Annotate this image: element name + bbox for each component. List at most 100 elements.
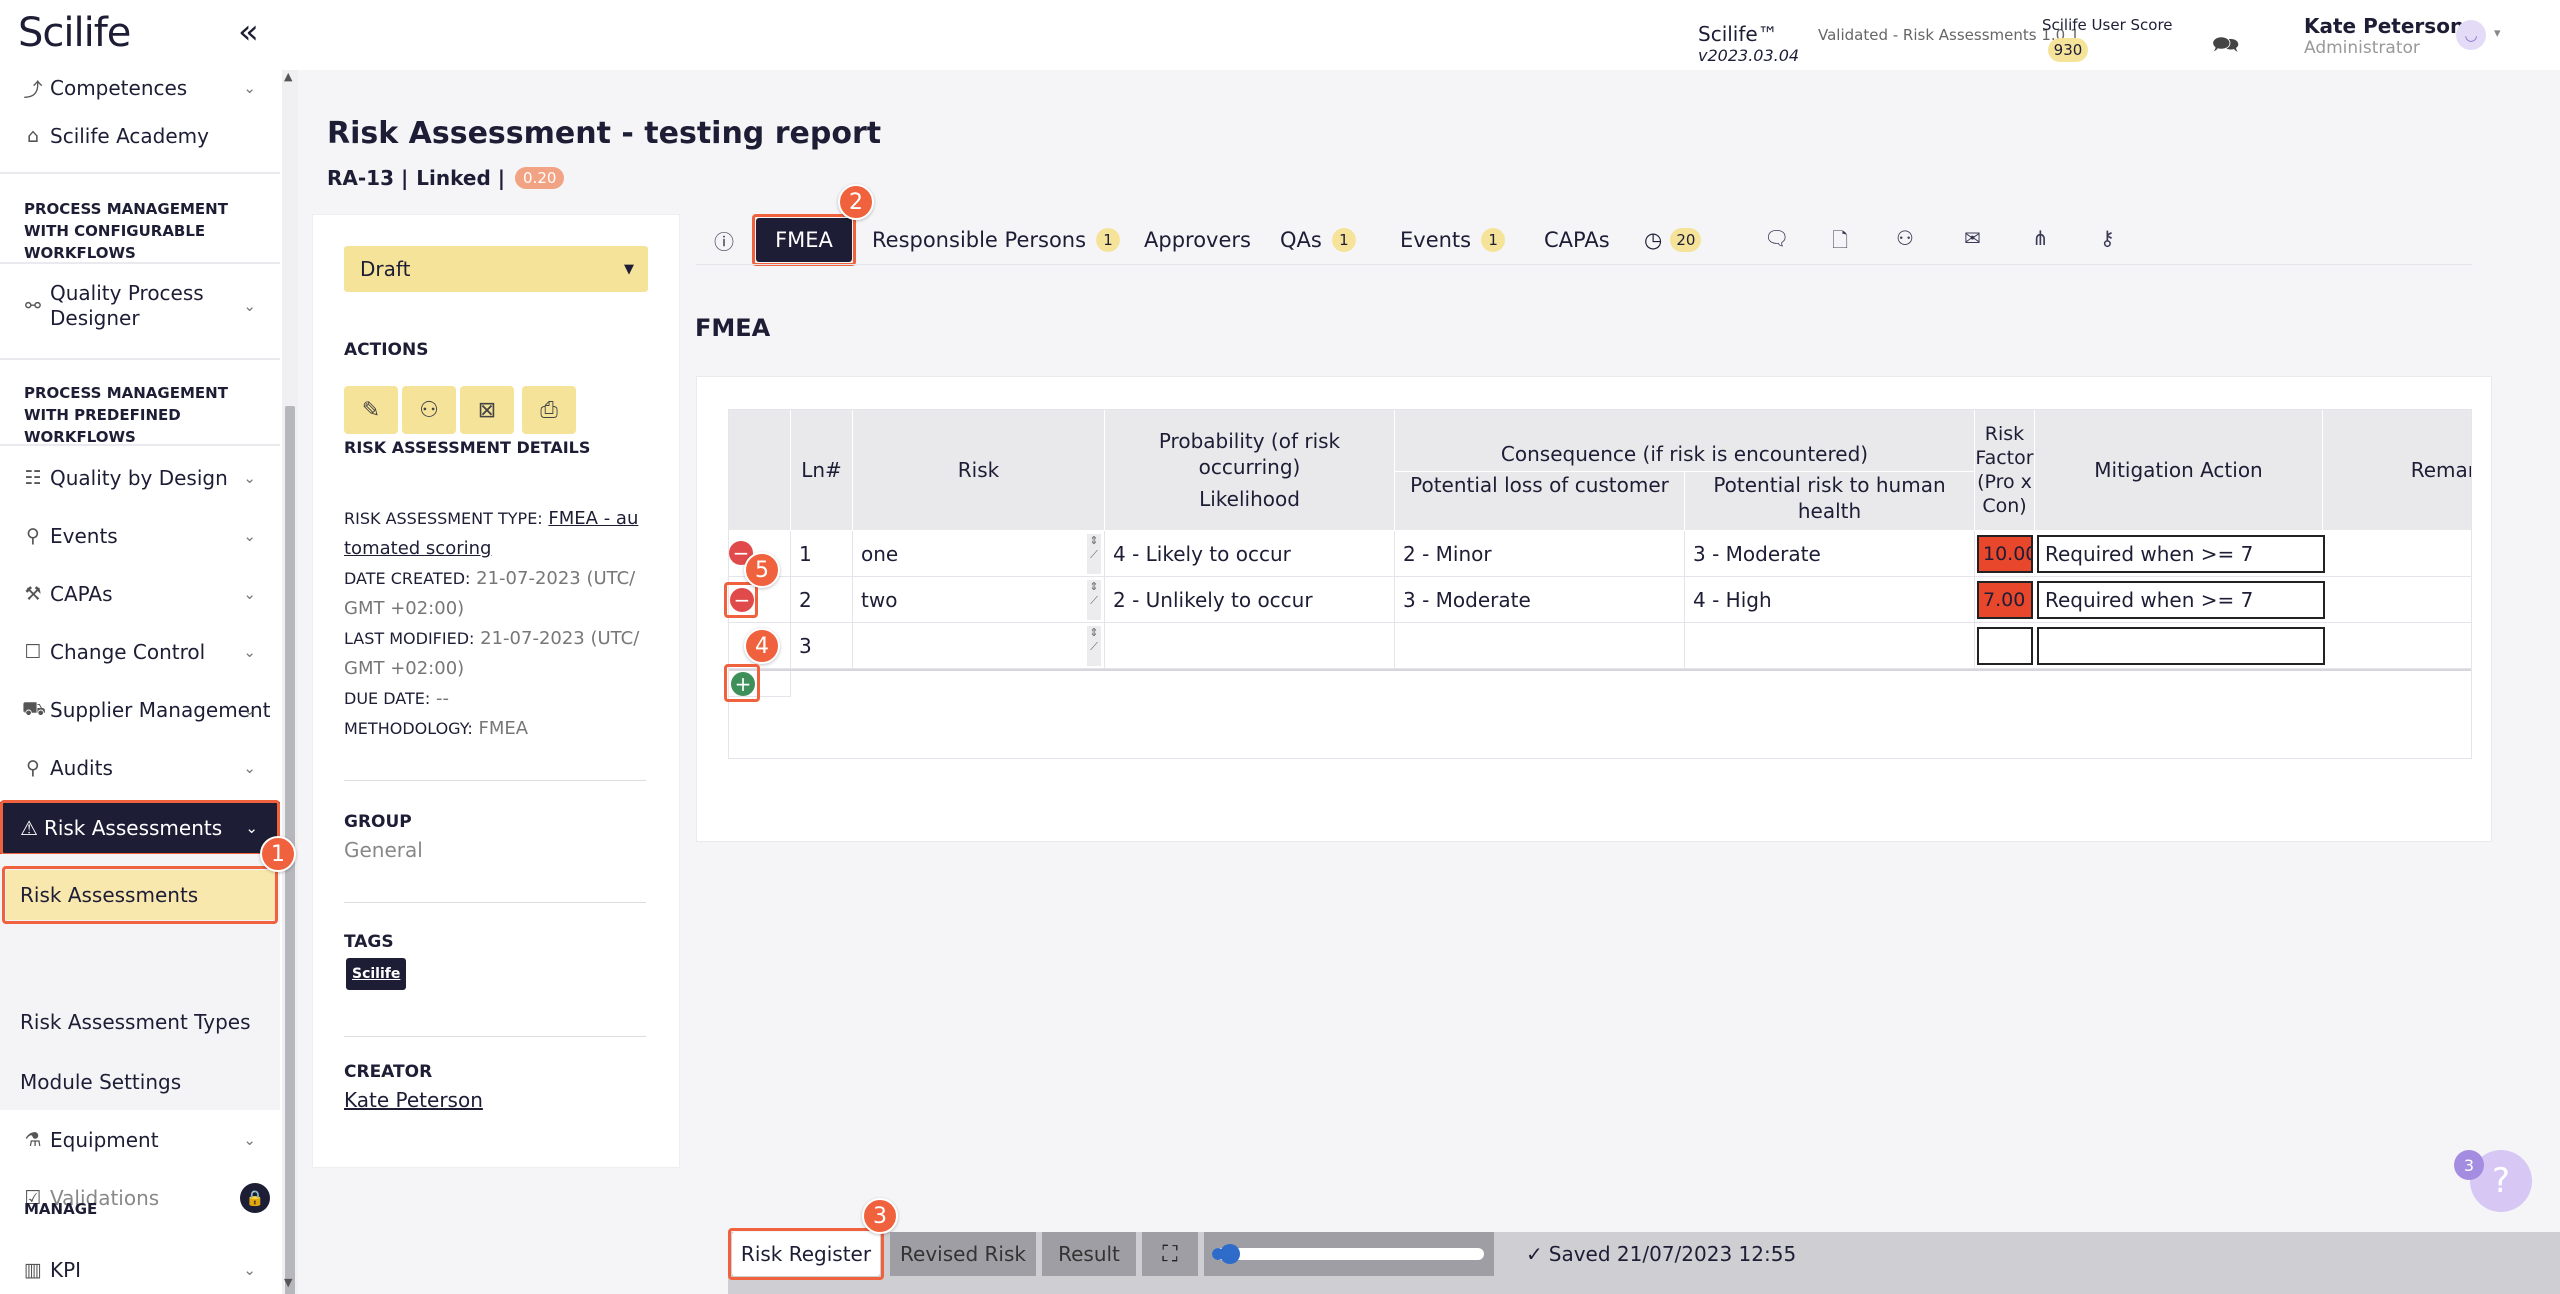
row-health[interactable]: 4 - High bbox=[1685, 577, 1975, 623]
tab-events[interactable]: Events 1 bbox=[1400, 218, 1506, 262]
mail-icon[interactable]: ✉ bbox=[1964, 226, 1981, 250]
assign-action-button[interactable]: ⚇ bbox=[402, 386, 456, 434]
sidebar-item-competences[interactable]: ⤴ Competences ⌄ bbox=[0, 70, 280, 106]
sidebar-item-kpi[interactable]: ▥ KPI ⌄ bbox=[0, 1250, 280, 1290]
mitigation-input[interactable] bbox=[2037, 627, 2325, 665]
chat-feedback-icon[interactable]: 🗪 bbox=[2212, 28, 2239, 66]
sidebar-item-events[interactable]: ⚲ Events ⌄ bbox=[0, 516, 280, 556]
sidebar: ⤴ Competences ⌄ ⌂ Scilife Academy PROCESS M… bbox=[0, 70, 298, 1294]
edit-action-button[interactable]: ✎ bbox=[344, 386, 398, 434]
fullscreen-button[interactable]: ⛶ bbox=[1142, 1232, 1198, 1276]
row-risk[interactable]: two bbox=[853, 577, 1105, 623]
sidebar-item-audits[interactable]: ⚲ Audits ⌄ bbox=[0, 748, 280, 788]
users-icon[interactable]: ⚇ bbox=[1896, 226, 1914, 250]
sidebar-item-change-control[interactable]: ☐ Change Control ⌄ bbox=[0, 632, 280, 672]
sidebar-item-label: CAPAs bbox=[50, 582, 113, 606]
row-likelihood[interactable]: 4 - Likely to occur bbox=[1105, 531, 1395, 577]
sidebar-item-process-designer[interactable]: ⚯ Quality Process Designer ⌄ bbox=[0, 276, 280, 336]
header-likelihood: Likelihood bbox=[1199, 487, 1300, 511]
creator-link[interactable]: Kate Peterson bbox=[344, 1088, 483, 1112]
tag-chip[interactable]: Scilife bbox=[346, 958, 407, 990]
sidebar-item-academy[interactable]: ⌂ Scilife Academy bbox=[0, 116, 280, 156]
submenu-module-settings[interactable]: Module Settings bbox=[20, 1070, 181, 1094]
module-version: Validated - Risk Assessments 1.0.1 bbox=[1818, 26, 2080, 44]
hierarchy-icon[interactable]: ⋔ bbox=[2032, 226, 2049, 250]
app-version: v2023.03.04 bbox=[1698, 46, 1800, 65]
textarea-resize-icon[interactable]: ⇕ ⟋ bbox=[1087, 580, 1101, 620]
actions-label: ACTIONS bbox=[344, 340, 429, 360]
row-loss[interactable]: 2 - Minor bbox=[1395, 531, 1685, 577]
chevron-down-icon: ⌄ bbox=[243, 759, 256, 777]
tab-qas[interactable]: QAs 1 bbox=[1280, 218, 1356, 262]
avatar[interactable]: ◡ bbox=[2456, 20, 2486, 50]
fullscreen-icon: ⛶ bbox=[1162, 1241, 1178, 1267]
sidebar-item-supplier[interactable]: ⛟ Supplier Management ⌄ bbox=[0, 690, 280, 730]
user-menu-chevron-icon[interactable]: ▾ bbox=[2494, 26, 2501, 41]
detail-created-value: 21-07-2023 (UTC/ bbox=[476, 568, 636, 589]
detail-type-link-2[interactable]: tomated scoring bbox=[344, 534, 491, 564]
row-ln: 3 bbox=[791, 623, 853, 669]
sidebar-divider bbox=[0, 172, 280, 174]
scilife-logo[interactable]: Scilife bbox=[18, 10, 131, 56]
saved-text: Saved 21/07/2023 12:55 bbox=[1548, 1242, 1797, 1266]
risk-factor-value bbox=[1977, 627, 2033, 665]
highlight-submenu bbox=[2, 866, 278, 924]
comments-icon[interactable]: 🗨 bbox=[1764, 226, 1789, 250]
tab-count-badge: 1 bbox=[1481, 228, 1506, 252]
sidebar-item-label: KPI bbox=[50, 1258, 82, 1282]
sidebar-item-equipment[interactable]: ⚗ Equipment ⌄ bbox=[0, 1120, 280, 1160]
tab-capas[interactable]: CAPAs bbox=[1544, 218, 1610, 262]
chevron-down-icon: ⌄ bbox=[243, 79, 256, 97]
sidebar-item-capas[interactable]: ⚒ CAPAs ⌄ bbox=[0, 574, 280, 614]
row-likelihood[interactable] bbox=[1105, 623, 1395, 669]
tags-label: TAGS bbox=[344, 932, 394, 952]
row-health[interactable]: 3 - Moderate bbox=[1685, 531, 1975, 577]
chevron-down-icon: ⌄ bbox=[243, 297, 256, 315]
document-icon[interactable]: 🗋 bbox=[1832, 226, 1848, 260]
export-excel-button[interactable]: ⊠ bbox=[460, 386, 514, 434]
help-count-badge: 3 bbox=[2454, 1150, 2484, 1180]
row-loss[interactable]: 3 - Moderate bbox=[1395, 577, 1685, 623]
revised-risk-button[interactable]: Revised Risk bbox=[890, 1232, 1036, 1276]
app-root: Scilife « Scilife™ Validated - Risk Asse… bbox=[0, 0, 2560, 1294]
tab-approvers[interactable]: Approvers bbox=[1144, 218, 1251, 262]
export-pdf-button[interactable]: ⎙ bbox=[522, 386, 576, 434]
tab-history[interactable]: ◷ 20 bbox=[1644, 218, 1702, 262]
person-icon: ⚇ bbox=[419, 397, 439, 423]
highlight-remove-row bbox=[724, 582, 758, 618]
chevron-down-icon: ⌄ bbox=[243, 1261, 256, 1279]
callout-1: 1 bbox=[260, 836, 296, 872]
scroll-down-icon[interactable]: ▼ bbox=[284, 1276, 292, 1289]
capas-icon: ⚒ bbox=[24, 583, 42, 605]
key-icon[interactable]: ⚷ bbox=[2100, 226, 2115, 250]
info-icon[interactable]: ⓘ bbox=[714, 226, 734, 255]
tab-count-badge: 20 bbox=[1670, 228, 1702, 252]
row-loss[interactable] bbox=[1395, 623, 1685, 669]
mitigation-input[interactable]: Required when >= 7 bbox=[2037, 581, 2325, 619]
sidebar-item-quality-by-design[interactable]: ☷ Quality by Design ⌄ bbox=[0, 458, 280, 498]
collapse-sidebar-icon[interactable]: « bbox=[238, 12, 259, 52]
detail-type-link[interactable]: FMEA - au bbox=[548, 508, 638, 529]
tab-responsible-persons[interactable]: Responsible Persons 1 bbox=[872, 218, 1121, 262]
user-score-label: Scilife User Score bbox=[2042, 16, 2173, 34]
status-dropdown[interactable]: Draft ▼ bbox=[344, 246, 648, 292]
result-button[interactable]: Result bbox=[1042, 1232, 1136, 1276]
header-risk: Risk bbox=[853, 410, 1105, 531]
progress-knob[interactable] bbox=[1220, 1244, 1240, 1264]
user-name[interactable]: Kate Peterson bbox=[2304, 14, 2464, 38]
linked-label[interactable]: Linked | bbox=[416, 166, 505, 190]
row-health[interactable] bbox=[1685, 623, 1975, 669]
section-configurable: PROCESS MANAGEMENT WITH CONFIGURABLE WOR… bbox=[24, 200, 228, 262]
row-risk[interactable] bbox=[853, 623, 1105, 669]
row-likelihood[interactable]: 2 - Unlikely to occur bbox=[1105, 577, 1395, 623]
mitigation-input[interactable]: Required when >= 7 bbox=[2037, 535, 2325, 573]
textarea-resize-icon[interactable]: ⇕ ⟋ bbox=[1087, 534, 1101, 574]
submenu-risk-assessment-types[interactable]: Risk Assessment Types bbox=[20, 1010, 251, 1034]
textarea-resize-icon[interactable]: ⇕ ⟋ bbox=[1087, 626, 1101, 666]
page-title: Risk Assessment - testing report bbox=[327, 116, 882, 151]
sidebar-item-label: Audits bbox=[50, 756, 113, 780]
product-name: Scilife™ bbox=[1698, 22, 1778, 46]
scroll-up-icon[interactable]: ▲ bbox=[284, 70, 292, 83]
row-risk[interactable]: one bbox=[853, 531, 1105, 577]
details-label: RISK ASSESSMENT DETAILS bbox=[344, 438, 591, 457]
